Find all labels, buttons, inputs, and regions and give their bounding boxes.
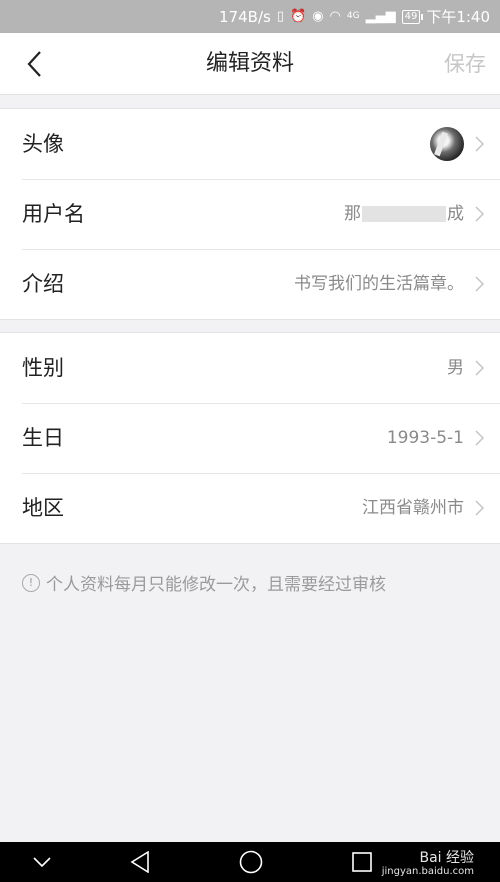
redacted-block <box>362 206 446 222</box>
watermark-main: Bai 经验 <box>419 850 474 866</box>
chevron-right-icon <box>475 276 484 292</box>
username-suffix: 成 <box>447 204 464 224</box>
region-row[interactable]: 地区 江西省赣州市 <box>0 473 500 543</box>
recents-square-icon <box>352 852 372 872</box>
review-note: ! 个人资料每月只能修改一次，且需要经过审核 <box>22 570 386 595</box>
chevron-right-icon <box>475 206 484 222</box>
gender-row[interactable]: 性别 男 <box>0 333 500 403</box>
signal-icon: ▂▄▆ <box>365 9 396 24</box>
baidu-watermark: Bai 经验 jingyan.baidu.com <box>382 850 474 878</box>
avatar <box>430 127 464 161</box>
home-circle-icon <box>239 850 263 874</box>
nav-back-button[interactable] <box>120 842 160 882</box>
region-value: 江西省赣州市 <box>362 498 464 518</box>
battery-icon: 49 <box>401 9 424 24</box>
region-label: 地区 <box>22 496 64 520</box>
birthday-label: 生日 <box>22 426 64 450</box>
intro-row[interactable]: 介绍 书写我们的生活篇章。 <box>0 249 500 319</box>
avatar-label: 头像 <box>22 132 64 156</box>
info-section: 性别 男 生日 1993-5-1 地区 江西省赣州市 <box>0 332 500 544</box>
status-time: 下午1:40 <box>426 8 490 26</box>
vibrate-icon: ▯ <box>276 9 284 24</box>
gender-value: 男 <box>447 358 464 378</box>
chevron-right-icon <box>475 500 484 516</box>
chevron-right-icon <box>475 136 484 152</box>
username-row[interactable]: 用户名 那成 <box>0 179 500 249</box>
status-bar: 174B/s ▯ ⏰ ◉ ◠ 4G ▂▄▆ 49 下午1:40 <box>0 0 500 33</box>
intro-value: 书写我们的生活篇章。 <box>294 274 464 294</box>
page-title: 编辑资料 <box>205 51 294 76</box>
app-header: 编辑资料 保存 <box>0 33 500 95</box>
network-type: 4G <box>346 11 360 21</box>
avatar-row[interactable]: 头像 <box>0 109 500 179</box>
profile-section: 头像 用户名 那成 介绍 书写我们的生活篇章。 <box>0 108 500 320</box>
review-note-text: 个人资料每月只能修改一次，且需要经过审核 <box>46 575 386 595</box>
alarm-icon: ⏰ <box>290 9 307 24</box>
gender-label: 性别 <box>22 356 64 380</box>
chevron-down-icon <box>33 857 51 867</box>
nav-recents-button[interactable] <box>342 842 382 882</box>
network-speed: 174B/s <box>219 7 271 26</box>
watermark-sub: jingyan.baidu.com <box>381 866 474 877</box>
username-value: 那成 <box>344 179 464 249</box>
username-label: 用户名 <box>22 202 85 226</box>
nav-hide-keyboard-button[interactable] <box>22 842 62 882</box>
back-triangle-icon <box>130 851 149 873</box>
chevron-right-icon <box>475 430 484 446</box>
birthday-value: 1993-5-1 <box>386 428 464 448</box>
system-nav-bar: Bai 经验 jingyan.baidu.com <box>0 842 500 882</box>
chevron-right-icon <box>475 360 484 376</box>
intro-label: 介绍 <box>22 272 64 296</box>
birthday-row[interactable]: 生日 1993-5-1 <box>0 403 500 473</box>
nav-home-button[interactable] <box>231 842 271 882</box>
exclamation-circle-icon: ! <box>22 573 40 592</box>
wifi-icon: ◠ <box>329 9 341 24</box>
eye-icon: ◉ <box>312 9 324 24</box>
save-button[interactable]: 保存 <box>444 33 486 95</box>
username-prefix: 那 <box>344 204 361 224</box>
